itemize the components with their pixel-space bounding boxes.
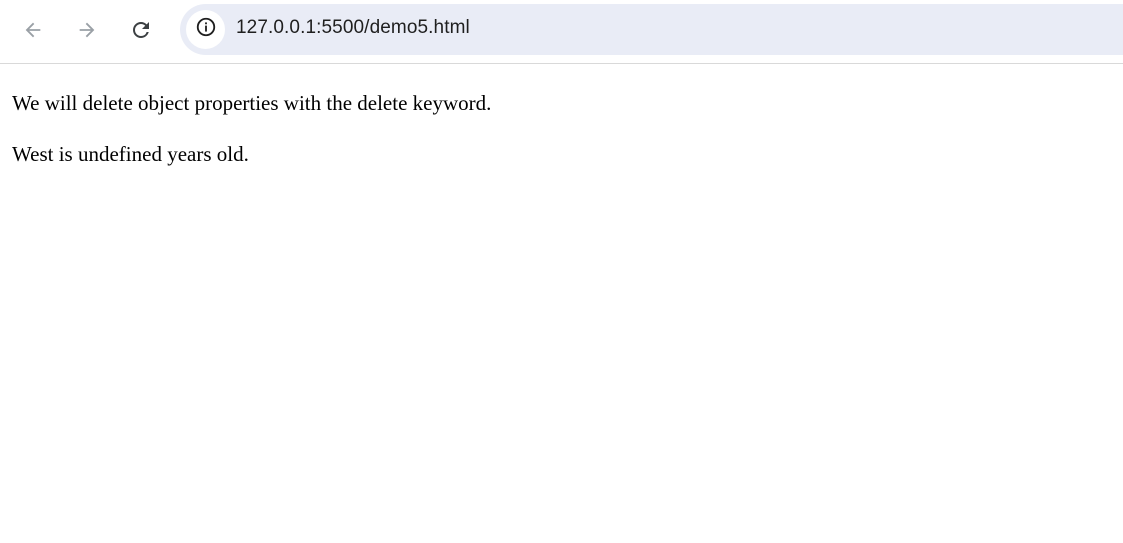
- address-bar[interactable]: 127.0.0.1:5500/demo5.html: [180, 4, 1123, 55]
- info-icon: [195, 16, 217, 43]
- browser-toolbar: 127.0.0.1:5500/demo5.html: [0, 0, 1123, 64]
- arrow-right-icon: [76, 19, 98, 41]
- forward-button[interactable]: [67, 10, 107, 50]
- site-info-button[interactable]: [186, 10, 225, 49]
- reload-icon: [129, 18, 153, 42]
- arrow-left-icon: [22, 19, 44, 41]
- reload-button[interactable]: [121, 10, 161, 50]
- paragraph-age-output: West is undefined years old.: [12, 142, 249, 166]
- url-text[interactable]: 127.0.0.1:5500/demo5.html: [236, 17, 470, 39]
- back-button[interactable]: [13, 10, 53, 50]
- paragraph-delete-intro: We will delete object properties with th…: [12, 91, 492, 115]
